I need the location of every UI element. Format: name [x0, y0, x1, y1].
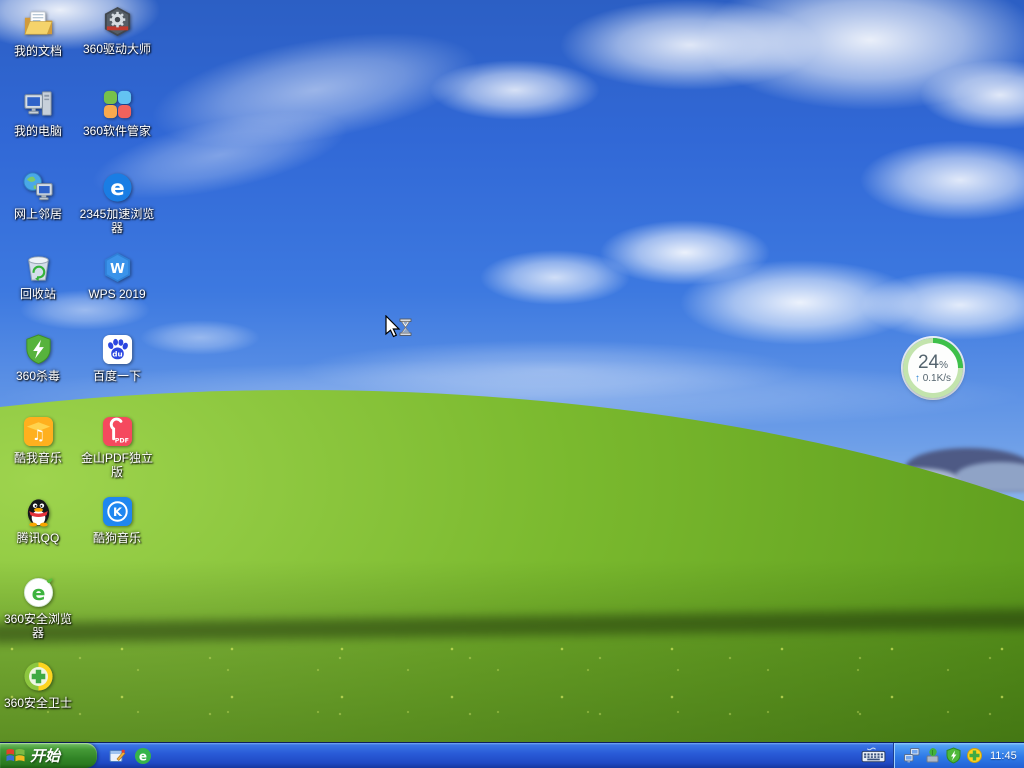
- kugou-music-icon: K: [101, 495, 134, 529]
- desktop-icon-antivirus-360[interactable]: 360杀毒: [0, 333, 76, 383]
- desktop-icon-secure-browser-360[interactable]: e 360安全浏览器: [0, 576, 76, 641]
- desktop-icon-driver-master-360[interactable]: 360驱动大师: [79, 6, 155, 56]
- cloud: [480, 250, 630, 305]
- recycle-bin-icon: [22, 251, 55, 285]
- kuwo-music-icon: ♫: [22, 415, 55, 449]
- upload-speed: ↑ 0.1K/s: [914, 372, 952, 384]
- desktop-icon-label: 360杀毒: [15, 369, 61, 383]
- cloud: [430, 60, 600, 120]
- start-label: 开始: [30, 748, 61, 765]
- desktop-icon-label: 360软件管家: [82, 124, 152, 138]
- input-method-keyboard-icon[interactable]: [861, 747, 886, 768]
- antivirus-shield-tray-icon[interactable]: [945, 747, 962, 764]
- svg-text:e: e: [110, 176, 124, 201]
- svg-text:W: W: [110, 261, 125, 277]
- qq-penguin-icon: [22, 495, 55, 529]
- desktop-icon-kugou-music[interactable]: K 酷狗音乐: [79, 495, 155, 545]
- desktop-icon-wps-2019[interactable]: W WPS 2019: [79, 251, 155, 301]
- desktop-icon-recycle-bin[interactable]: 回收站: [0, 251, 76, 301]
- desktop-icon-label: 我的文档: [13, 44, 62, 58]
- desktop-icon-label: 360驱动大师: [82, 42, 152, 56]
- software-manager-360-icon: [101, 88, 134, 122]
- desktop-icon-kuwo-music[interactable]: ♫ 酷我音乐: [0, 415, 76, 465]
- mouse-cursor-busy: [384, 314, 414, 346]
- safety-guard-360-icon: [22, 660, 55, 694]
- desktop-icon-label: 腾讯QQ: [16, 531, 60, 545]
- kingsoft-pdf-icon: PDF: [101, 415, 134, 449]
- baidu-paw-icon: du: [101, 333, 134, 367]
- desktop-icon-label: 酷我音乐: [13, 451, 62, 465]
- my-computer-icon: [22, 88, 55, 122]
- desktop-icon-software-manager-360[interactable]: 360软件管家: [79, 88, 155, 138]
- svg-text:♫: ♫: [31, 427, 44, 444]
- desktop-icon-safety-guard-360[interactable]: 360安全卫士: [0, 660, 76, 710]
- svg-text:e: e: [31, 581, 45, 605]
- desktop-icon-baidu-search[interactable]: du 百度一下: [79, 333, 155, 383]
- show-desktop-icon[interactable]: [108, 747, 126, 765]
- desktop-icon-my-computer[interactable]: 我的电脑: [0, 88, 76, 138]
- desktop-icon-label: 酷狗音乐: [92, 531, 141, 545]
- usage-percent-value: 24: [917, 351, 940, 373]
- my-documents-icon: [22, 8, 55, 42]
- desktop-icon-label: 金山PDF独立版: [80, 451, 153, 480]
- windows-logo-icon: [5, 746, 26, 765]
- desktop-icon-label: 百度一下: [92, 369, 141, 383]
- svg-text:e: e: [139, 749, 147, 763]
- desktop-icon-label: 360安全浏览器: [3, 612, 73, 641]
- desktop[interactable]: 我的文档 360驱动大师 我的电脑 360软件管家 网上邻居 e 2345加速浏…: [0, 0, 1024, 768]
- upload-arrow-icon: ↑: [914, 372, 920, 384]
- svg-text:K: K: [112, 505, 122, 519]
- browser-360-quicklaunch-icon[interactable]: e: [134, 747, 152, 765]
- network-places-icon: [22, 171, 55, 205]
- network-speed-widget-face: 24% ↑ 0.1K/s: [908, 343, 958, 393]
- driver-utility-tray-icon[interactable]: [924, 747, 941, 764]
- driver-master-360-icon: [101, 6, 134, 40]
- network-tray-icon[interactable]: [903, 747, 920, 764]
- system-tray: 11:45: [893, 743, 1024, 768]
- desktop-icon-label: 我的电脑: [13, 124, 62, 138]
- start-button[interactable]: 开始: [0, 743, 97, 768]
- usage-percent: 24%: [918, 353, 948, 372]
- desktop-icon-browser-2345[interactable]: e 2345加速浏览器: [79, 171, 155, 236]
- desktop-icon-tencent-qq[interactable]: 腾讯QQ: [0, 495, 76, 545]
- desktop-icon-label: 360安全卫士: [3, 696, 73, 710]
- desktop-icon-label: WPS 2019: [88, 287, 146, 301]
- taskbar: 开始 e 11:45: [0, 742, 1024, 768]
- safety-guard-plus-tray-icon[interactable]: [966, 747, 983, 764]
- antivirus-360-shield-icon: [22, 333, 55, 367]
- desktop-icon-label: 回收站: [19, 287, 56, 301]
- secure-browser-360-icon: e: [22, 576, 55, 610]
- wps-2019-icon: W: [101, 251, 134, 285]
- desktop-icon-label: 2345加速浏览器: [79, 207, 155, 236]
- quick-launch-bar: e: [108, 743, 152, 768]
- network-speed-widget[interactable]: 24% ↑ 0.1K/s: [903, 338, 963, 398]
- cloud: [140, 320, 260, 355]
- desktop-icon-my-documents[interactable]: 我的文档: [0, 8, 76, 58]
- upload-speed-value: 0.1K/s: [922, 372, 952, 384]
- browser-2345-icon: e: [101, 171, 134, 205]
- svg-text:du: du: [112, 349, 122, 358]
- percent-sign: %: [939, 359, 949, 371]
- desktop-icon-label: 网上邻居: [13, 207, 62, 221]
- svg-text:PDF: PDF: [114, 438, 128, 445]
- desktop-icon-kingsoft-pdf[interactable]: PDF 金山PDF独立版: [79, 415, 155, 480]
- desktop-icon-network-places[interactable]: 网上邻居: [0, 171, 76, 221]
- taskbar-clock[interactable]: 11:45: [990, 750, 1017, 762]
